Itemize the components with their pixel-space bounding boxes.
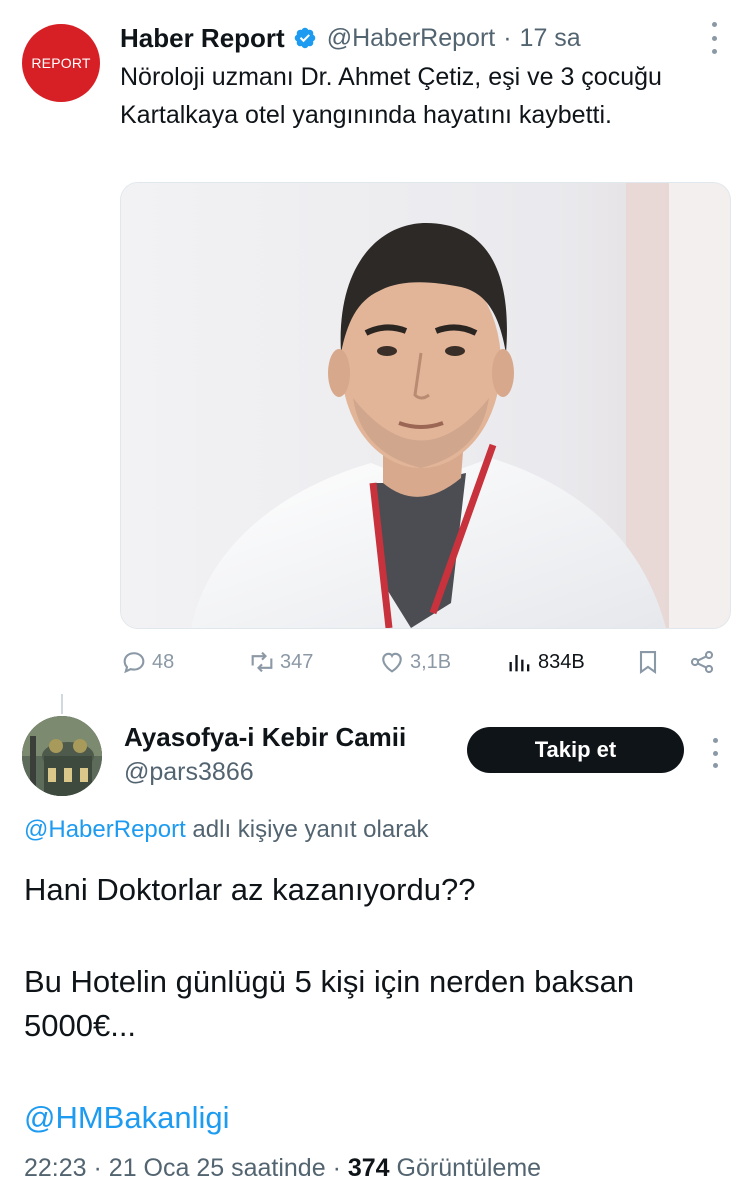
tweet-timestamp[interactable]: 17 sa (520, 24, 581, 53)
mention-link[interactable]: @HMBakanligi (24, 1100, 229, 1136)
doctor-portrait-image (121, 183, 730, 628)
share-button[interactable] (688, 644, 720, 680)
reply-count: 48 (152, 650, 175, 673)
reply-text-line-2: Bu Hotelin günlügü 5 kişi için nerden ba… (24, 964, 635, 1043)
reply-icon (123, 652, 145, 674)
more-options-icon[interactable] (700, 22, 728, 54)
reply-time[interactable]: 22:23 (24, 1154, 87, 1182)
replying-to-mention[interactable]: @HaberReport (24, 816, 186, 843)
reply-date[interactable]: 21 Oca 25 saatinde (109, 1154, 326, 1182)
follow-button[interactable]: Takip et (467, 727, 684, 773)
tweet-action-bar: 48 347 3,1B 834B (120, 644, 740, 680)
thread-connector-line (61, 694, 63, 714)
reply-metadata: 22:23 · 21 Oca 25 saatinde · 374 Görüntü… (24, 1154, 541, 1183)
ayasofya-avatar[interactable] (22, 716, 102, 796)
replying-to-line: @HaberReport adlı kişiye yanıt olarak (24, 816, 429, 844)
tweet-text: Nöroloji uzmanı Dr. Ahmet Çetiz, eşi ve … (120, 63, 662, 129)
tweet-photo[interactable] (120, 182, 731, 629)
bookmark-button[interactable] (634, 644, 666, 680)
like-icon (382, 652, 402, 673)
reply-view-count: 374 (347, 1154, 390, 1182)
like-button[interactable]: 3,1B (378, 644, 451, 680)
reply-author-handle[interactable]: @pars3866 (124, 758, 254, 787)
repost-count: 347 (280, 650, 314, 673)
reply-button[interactable]: 48 (120, 644, 174, 680)
views-count: 834B (538, 650, 585, 673)
repost-icon (251, 651, 273, 673)
verified-badge-icon (293, 26, 317, 50)
meta-separator: · (332, 1154, 341, 1182)
author-handle[interactable]: @HaberReport (327, 24, 496, 53)
replying-to-label: adlı kişiye yanıt olarak (185, 816, 429, 843)
like-count: 3,1B (410, 650, 452, 673)
views-button[interactable]: 834B (506, 644, 585, 680)
reply-view-label: Görüntüleme (396, 1154, 542, 1182)
avatar-logo-text: REPORT (31, 55, 91, 71)
reply-author-display-name[interactable]: Ayasofya-i Kebir Camii (124, 722, 406, 753)
views-icon (509, 655, 530, 672)
mosque-avatar-image (22, 716, 102, 796)
repost-button[interactable]: 347 (248, 644, 313, 680)
haber-report-avatar[interactable]: REPORT (22, 24, 100, 102)
separator-dot: · (503, 23, 512, 52)
bookmark-icon (639, 651, 657, 674)
tweet-header: Haber Report @HaberReport · 17 sa (120, 20, 720, 56)
meta-separator: · (93, 1154, 102, 1182)
share-icon (690, 650, 714, 674)
author-display-name[interactable]: Haber Report (120, 23, 285, 54)
more-options-icon[interactable] (703, 738, 727, 768)
reply-text-line-1: Hani Doktorlar az kazanıyordu?? (24, 872, 476, 907)
